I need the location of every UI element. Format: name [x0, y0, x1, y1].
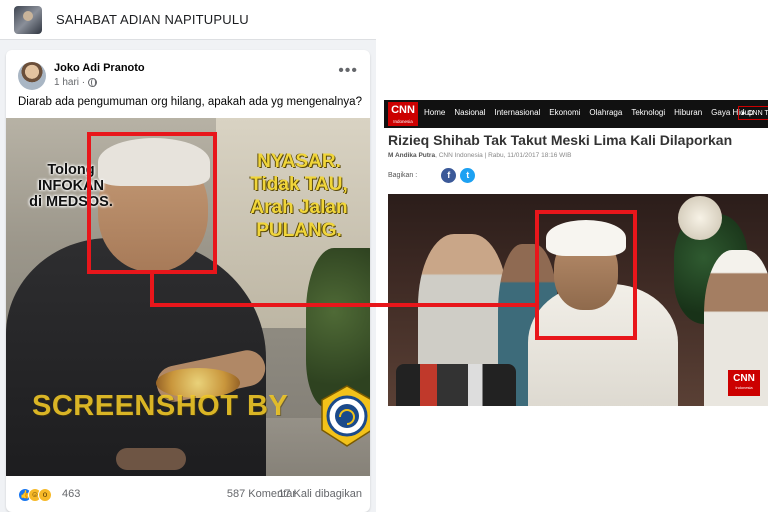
- meme-right-caption-line: PULANG.: [256, 220, 342, 241]
- photo-microphones: [396, 364, 516, 406]
- author-name[interactable]: Joko Adi Pranoto: [54, 62, 145, 74]
- cnn-nav-menu: Home Nasional Internasional Ekonomi Olah…: [424, 108, 753, 117]
- meme-right-caption: NYASAR. Tidak TAU, Arah Jalan PULANG.: [224, 150, 370, 242]
- cnn-tv-button[interactable]: ▸ CNN T: [738, 106, 768, 120]
- screenshot-by-watermark: SCREENSHOT BY: [32, 390, 289, 422]
- wow-icon: o: [38, 488, 52, 502]
- byline-details: , CNN Indonesia | Rabu, 11/01/2017 18:16…: [435, 152, 572, 159]
- meme-right-caption-line: Arah Jalan: [250, 197, 348, 218]
- share-row: Bagikan : f t: [388, 168, 476, 183]
- article-headline: Rizieq Shihab Tak Takut Meski Lima Kali …: [388, 132, 733, 148]
- nav-item-nasional[interactable]: Nasional: [454, 108, 485, 117]
- cnn-logo[interactable]: CNN Indonesia: [388, 102, 418, 126]
- article-byline: M Andika Putra, CNN Indonesia | Rabu, 11…: [388, 152, 571, 159]
- reaction-count[interactable]: 463: [62, 488, 80, 500]
- cnn-logo-sub: Indonesia: [393, 119, 413, 124]
- post-meta: 1 hari ·: [54, 77, 98, 88]
- nav-item-hiburan[interactable]: Hiburan: [674, 108, 702, 117]
- mafindo-turnbackhoax-logo: [321, 385, 370, 447]
- group-name[interactable]: SAHABAT ADIAN NAPITUPULU: [56, 12, 249, 27]
- author-avatar[interactable]: [18, 62, 46, 90]
- nav-item-teknologi[interactable]: Teknologi: [631, 108, 665, 117]
- shares-count[interactable]: 17 Kali dibagikan: [278, 488, 362, 500]
- photo-cnn-watermark: CNN Indonesia: [728, 370, 760, 396]
- group-header: SAHABAT ADIAN NAPITUPULU: [0, 0, 376, 40]
- twitter-icon[interactable]: t: [460, 168, 476, 183]
- reaction-icons[interactable]: 👍 ☺ o: [18, 488, 52, 502]
- cnn-nav-bar: CNN Indonesia Home Nasional Internasiona…: [384, 100, 768, 128]
- connector-line-vertical: [150, 274, 154, 306]
- photo-wall-clock: [678, 196, 722, 240]
- meme-foot: [116, 448, 186, 470]
- facebook-post: Joko Adi Pranoto 1 hari · ••• Diarab ada…: [6, 50, 370, 512]
- photo-watermark-sub: Indonesia: [735, 385, 753, 390]
- group-avatar[interactable]: [14, 6, 42, 34]
- nav-item-internasional[interactable]: Internasional: [494, 108, 540, 117]
- cnn-logo-text: CNN: [391, 104, 415, 116]
- meme-right-caption-line: NYASAR.: [257, 151, 341, 172]
- face-highlight-left: [87, 132, 217, 274]
- nav-item-home[interactable]: Home: [424, 108, 445, 117]
- byline-author[interactable]: M Andika Putra: [388, 152, 435, 159]
- nav-item-ekonomi[interactable]: Ekonomi: [549, 108, 580, 117]
- post-time[interactable]: 1 hari ·: [54, 77, 85, 88]
- more-options-button[interactable]: •••: [338, 62, 358, 80]
- nav-item-olahraga[interactable]: Olahraga: [589, 108, 622, 117]
- share-label: Bagikan :: [388, 172, 418, 179]
- globe-icon: [88, 78, 98, 87]
- post-footer: 👍 ☺ o 463 587 Komentar 17 Kali dibagikan: [6, 476, 370, 512]
- meme-right-caption-line: Tidak TAU,: [250, 174, 348, 195]
- post-text: Diarab ada pengumuman org hilang, apakah…: [18, 96, 362, 108]
- facebook-icon[interactable]: f: [441, 168, 457, 183]
- face-highlight-right: [535, 210, 637, 340]
- connector-line-horizontal: [150, 303, 536, 307]
